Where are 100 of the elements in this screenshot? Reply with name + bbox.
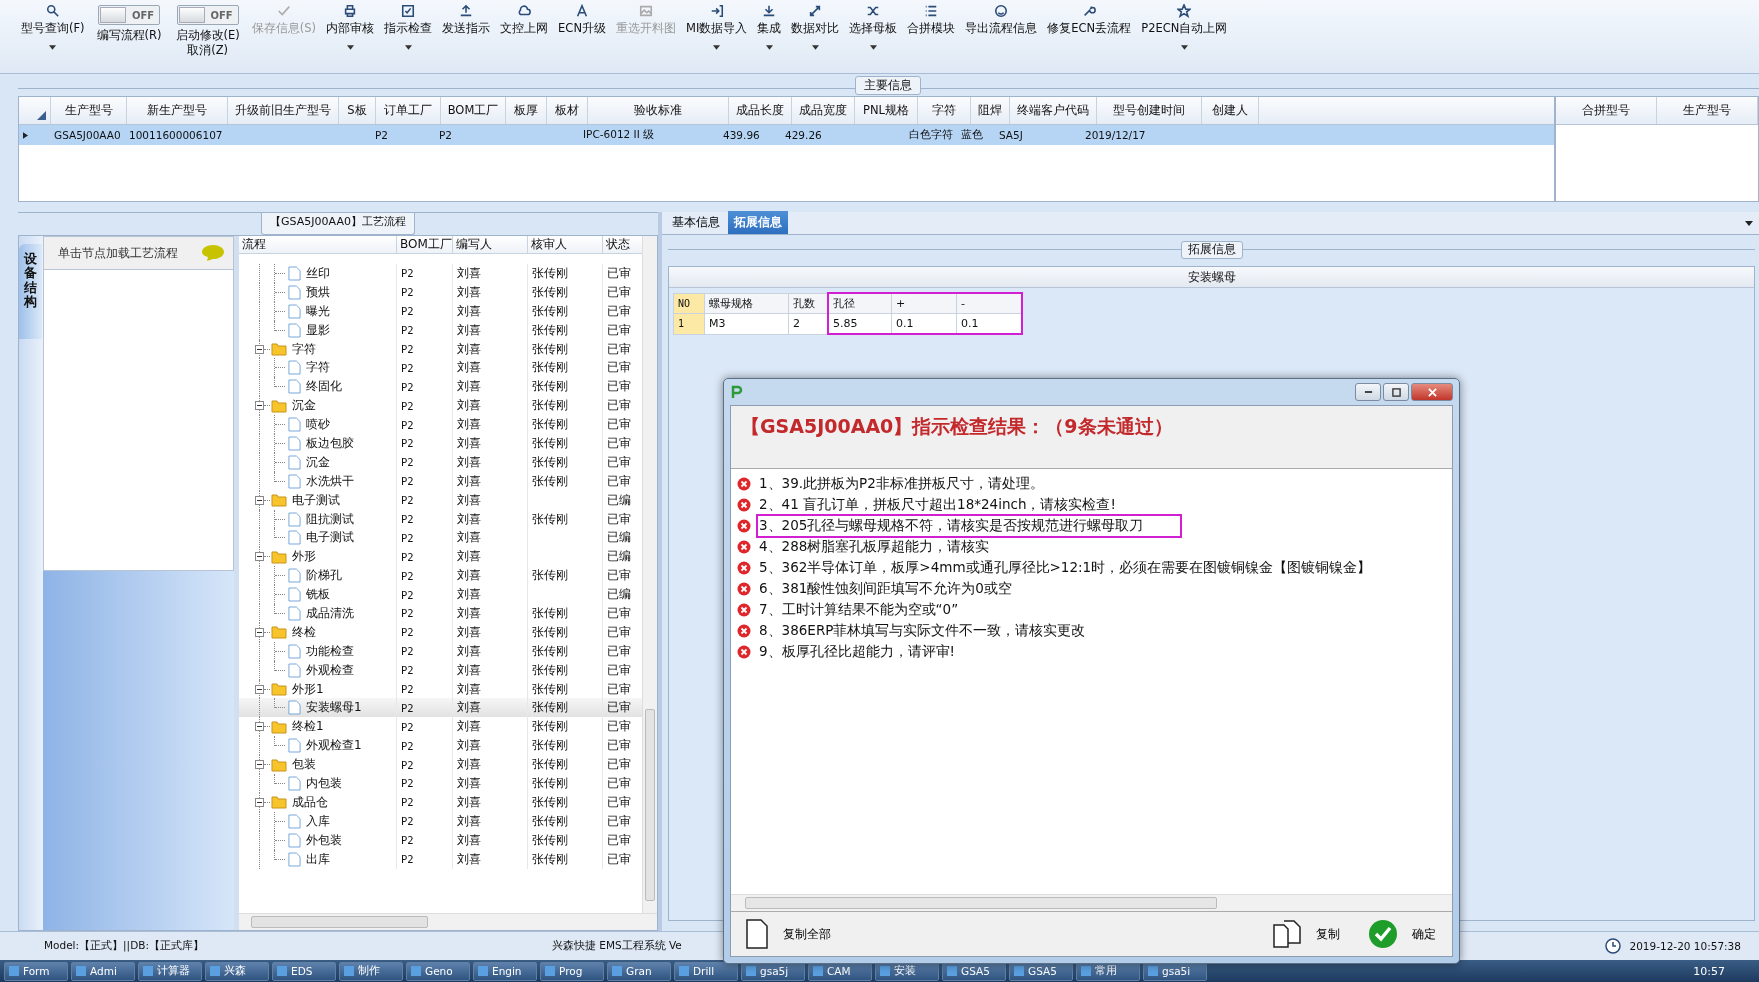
column-header[interactable]: 孔径: [828, 293, 892, 314]
minimize-button[interactable]: [1355, 383, 1381, 401]
toggle-switch[interactable]: OFF: [98, 5, 161, 25]
side-tab[interactable]: 设备结构: [19, 244, 42, 340]
toolbar-button[interactable]: P2ECN自动上网: [1138, 2, 1231, 52]
table-cell: P2: [401, 739, 414, 752]
taskbar-button[interactable]: 制作: [339, 961, 403, 981]
column-header[interactable]: 螺母规格: [704, 293, 789, 314]
column-header[interactable]: PNL规格: [855, 97, 918, 124]
toolbar-button[interactable]: 指示检查: [381, 2, 436, 52]
collapse-icon[interactable]: [255, 722, 264, 732]
column-header[interactable]: 板材: [547, 97, 588, 124]
close-button[interactable]: [1411, 383, 1453, 401]
collapse-icon[interactable]: [255, 797, 264, 807]
collapse-icon[interactable]: [255, 627, 264, 637]
column-header[interactable]: 新生产型号: [127, 97, 228, 124]
column-header[interactable]: 流程: [239, 236, 397, 253]
column-header[interactable]: 生产型号: [51, 97, 127, 124]
toolbar-icon: [808, 4, 823, 18]
table-cell: 已审: [607, 756, 631, 774]
collapse-icon[interactable]: [255, 684, 264, 694]
caret-icon[interactable]: [346, 45, 354, 50]
collapse-icon[interactable]: [255, 552, 264, 562]
taskbar-button[interactable]: EDS: [272, 961, 336, 981]
tab[interactable]: 基本信息: [666, 211, 726, 234]
message-text: 3、205孔径与螺母规格不符，请核实是否按规范进行螺母取刀: [759, 516, 1180, 535]
caret-icon[interactable]: [49, 45, 57, 50]
taskbar-button[interactable]: 兴森: [205, 961, 269, 981]
column-header[interactable]: NO: [673, 293, 705, 314]
toolbar-button[interactable]: 内部审核: [323, 2, 378, 52]
toolbar-button[interactable]: 型号查询(F): [18, 2, 88, 52]
table-row[interactable]: GSA5J00AA0 10011600006107 P2 P2 IPC-6012 II 级 439.96 429.26 白色字符 蓝色 SA5J 2019/12/17: [19, 125, 1554, 145]
maximize-button[interactable]: [1383, 383, 1409, 401]
toolbar-button[interactable]: 数据对比: [788, 2, 843, 52]
horizontal-scrollbar[interactable]: [731, 894, 1452, 911]
caret-icon[interactable]: [765, 45, 773, 50]
column-header[interactable]: S板: [339, 97, 376, 124]
column-header[interactable]: 核审人: [528, 236, 603, 253]
horizontal-scrollbar[interactable]: [239, 913, 657, 930]
column-header[interactable]: 成品宽度: [792, 97, 855, 124]
dialog-button[interactable]: 复制全部: [741, 917, 835, 951]
column-header[interactable]: 字符: [918, 97, 971, 124]
collapse-icon[interactable]: [255, 495, 264, 505]
collapse-icon[interactable]: [255, 401, 264, 411]
column-header[interactable]: 孔数: [788, 293, 828, 314]
toolbar-button[interactable]: 文控上网: [497, 2, 552, 38]
tree-label: 阻抗测试: [306, 510, 354, 528]
caret-icon[interactable]: [1180, 45, 1188, 50]
tab[interactable]: 拓展信息: [728, 211, 788, 234]
taskbar-button[interactable]: Admi: [71, 961, 135, 981]
caret-icon[interactable]: [811, 45, 819, 50]
toolbar-button[interactable]: 集成: [754, 2, 785, 52]
toolbar-button[interactable]: 发送指示: [439, 2, 494, 38]
collapse-icon[interactable]: [255, 760, 264, 770]
tree-row[interactable]: 安装螺母1 P2 刘喜 张传刚 已审: [239, 698, 643, 718]
column-header[interactable]: 终端客户代码: [1010, 97, 1097, 124]
toolbar-button[interactable]: ECN升级: [555, 2, 609, 38]
toolbar-button[interactable]: 合拼模块: [904, 2, 959, 38]
column-header[interactable]: 订单工厂: [376, 97, 441, 124]
caret-icon[interactable]: [713, 45, 721, 50]
toolbar-button[interactable]: 修复ECN丢流程: [1044, 2, 1135, 38]
table-cell: P2: [401, 853, 414, 866]
column-header[interactable]: 阻焊: [971, 97, 1010, 124]
column-header[interactable]: 创建人: [1202, 97, 1259, 124]
table-cell: P2: [401, 569, 414, 582]
toggle-switch[interactable]: OFF: [176, 5, 239, 25]
column-header[interactable]: 合拼型号: [1556, 97, 1657, 124]
document-icon: [288, 454, 301, 470]
app-icon: [276, 965, 288, 977]
taskbar-button[interactable]: Prog: [540, 961, 604, 981]
dialog-button[interactable]: 确定: [1364, 917, 1440, 951]
taskbar-button[interactable]: Gran: [607, 961, 671, 981]
toolbar-button[interactable]: MI数据导入: [683, 2, 751, 52]
column-header[interactable]: 升级前旧生产型号: [228, 97, 339, 124]
column-header[interactable]: +: [891, 293, 957, 314]
toolbar-button[interactable]: 导出流程信息: [962, 2, 1041, 38]
column-header[interactable]: 生产型号: [1657, 97, 1758, 124]
caret-icon[interactable]: [869, 45, 877, 50]
toolbar-button[interactable]: 选择母板: [846, 2, 901, 52]
table-cell: 已编: [607, 529, 631, 547]
caret-icon[interactable]: [404, 45, 412, 50]
column-header[interactable]: -: [956, 293, 1022, 314]
column-header[interactable]: 验收标准: [588, 97, 729, 124]
column-header[interactable]: 型号创建时间: [1097, 97, 1202, 124]
column-header[interactable]: BOM工厂: [397, 236, 453, 253]
taskbar-button[interactable]: Geno: [406, 961, 470, 981]
table-cell: P2: [401, 777, 414, 790]
column-header[interactable]: 板厚: [506, 97, 547, 124]
table-cell: 429.26: [785, 129, 822, 141]
collapse-icon[interactable]: [255, 344, 264, 354]
caret-icon[interactable]: [1745, 220, 1753, 226]
taskbar-button[interactable]: 计算器: [138, 961, 202, 981]
vertical-scrollbar[interactable]: [642, 236, 657, 913]
column-header[interactable]: BOM工厂: [441, 97, 506, 124]
taskbar-button[interactable]: Engin: [473, 961, 537, 981]
column-header[interactable]: 成品长度: [729, 97, 792, 124]
column-header[interactable]: 编写人: [453, 236, 528, 253]
dialog-button[interactable]: 复制: [1268, 917, 1344, 951]
taskbar-button[interactable]: Drill: [674, 961, 738, 981]
taskbar-button[interactable]: Form: [4, 961, 68, 981]
